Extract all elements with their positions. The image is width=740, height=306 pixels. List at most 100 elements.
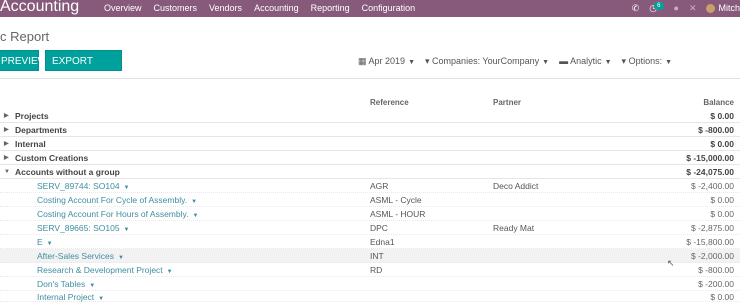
table-row: Costing Account For Hours of Assembly. ▼ … [0,207,740,221]
chevron-right-icon: ▶ [4,141,9,147]
header-partner: Partner [493,98,522,107]
close-icon[interactable]: ✕ [689,0,697,17]
group-balance: $ 0.00 [710,111,734,121]
menu-overview[interactable]: Overview [104,0,142,17]
menu-accounting[interactable]: Accounting [254,0,299,17]
menu-customers[interactable]: Customers [154,0,198,17]
account-reference: ASML - HOUR [370,209,426,219]
phone-icon[interactable]: ✆ [632,0,640,17]
options-filter[interactable]: ▾ Options: ▼ [622,55,673,69]
group-balance: $ -800.00 [698,125,734,135]
avatar [706,4,716,14]
group-label: Accounts without a group [15,167,120,177]
group-row-departments[interactable]: ▶ Departments $ -800.00 [0,123,740,137]
account-balance: $ -2,000.00 [690,251,734,261]
group-row-accounts-without-group[interactable]: ▼ Accounts without a group $ -24,075.00 [0,165,740,179]
account-reference: RD [370,265,383,275]
caret-down-icon: ▼ [542,59,550,66]
caret-down-icon: ▼ [191,199,198,205]
group-row-custom-creations[interactable]: ▶ Custom Creations $ -15,000.00 [0,151,740,165]
preview-button[interactable]: PREVIEW [0,50,47,71]
account-name: SERV_89665: SO105 [37,223,120,233]
companies-filter-label: Companies: YourCompany [432,56,540,66]
account-reference: INT [370,251,384,261]
folder-icon: ▬ [559,56,569,66]
account-name: SERV_89744: SO104 [37,181,120,191]
caret-down-icon: ▼ [118,255,124,261]
caret-down-icon: ▼ [665,59,673,66]
calendar-icon: ▦ [358,56,367,66]
chat-icon[interactable]: ● [674,0,679,17]
date-filter[interactable]: ▦ Apr 2019 ▼ [358,55,415,69]
caret-down-icon: ▼ [123,227,130,233]
caret-down-icon: ▼ [408,59,415,66]
systray: ✆ ◷6 ● ✕ Mitch [622,0,740,17]
caret-down-icon: ▼ [123,185,130,191]
table-row: Internal Project ▼ $ 0.00 [0,290,740,302]
user-name: Mitch [718,3,740,13]
caret-down-icon: ▼ [192,213,199,219]
caret-down-icon: ▼ [89,283,96,289]
account-name: Research & Development Project [37,265,163,275]
menu-reporting[interactable]: Reporting [311,0,350,17]
user-menu[interactable]: Mitch [706,0,740,17]
account-balance: $ -2,400.00 [690,181,734,191]
chevron-right-icon: ▶ [4,113,9,119]
table-row: Research & Development Project ▼ RD $ -80… [0,263,740,277]
account-name: Costing Account For Hours of Assembly. [37,209,189,219]
account-balance: $ -2,875.00 [690,223,734,233]
table-row: Don's Tables ▼ $ -200.00 [0,277,740,291]
account-name: E [37,237,43,247]
group-row-internal[interactable]: ▶ Internal $ 0.00 [0,137,740,151]
group-row-projects[interactable]: ▶ Projects $ 0.00 [0,109,740,123]
table-row: SERV_89665: SO105 ▼ DPC Ready Mat $ -2,87… [0,221,740,235]
chevron-right-icon: ▶ [4,155,9,161]
group-balance: $ -15,000.00 [686,153,734,163]
breadcrumb: c Report [0,29,50,44]
top-navbar: Accounting Overview Customers Vendors Ac… [0,0,740,17]
group-label: Internal [15,139,46,149]
account-link[interactable]: Internal Project ▼ [37,290,104,306]
app-title[interactable]: Accounting [0,0,79,17]
account-partner: Deco Addict [493,181,539,191]
activity-badge: 6 [654,2,664,10]
account-balance: $ 0.00 [710,195,734,205]
caret-down-icon: ▼ [166,269,173,275]
account-name: Costing Account For Cycle of Assembly. [37,195,188,205]
analytic-filter[interactable]: ▬ Analytic ▼ [559,55,611,69]
group-label: Custom Creations [15,153,89,163]
account-reference: Edna1 [370,237,395,247]
header-balance: Balance [703,98,734,107]
account-name: Don's Tables [37,279,86,289]
menu-configuration[interactable]: Configuration [362,0,416,17]
menu-vendors[interactable]: Vendors [209,0,242,17]
chevron-down-icon: ▼ [4,169,10,175]
divider [0,78,740,79]
table-row: Costing Account For Cycle of Assembly. ▼ … [0,193,740,207]
filter-icon: ▾ [621,56,627,66]
caret-down-icon: ▼ [46,241,53,247]
account-name: Internal Project [37,292,95,302]
group-label: Departments [15,125,67,135]
table-row: After-Sales Services ▼ INT $ -2,000.00 [0,249,740,263]
account-reference: DPC [370,223,388,233]
activity-icon[interactable]: ◷6 [649,0,664,17]
group-balance: $ 0.00 [710,139,734,149]
export-xlsx-button[interactable]: EXPORT (XLSX) [45,50,122,88]
account-balance: $ -15,800.00 [686,237,734,247]
account-name: After-Sales Services [37,251,114,261]
account-reference: ASML - Cycle [370,195,422,205]
header-reference: Reference [370,98,409,107]
chevron-right-icon: ▶ [4,127,9,133]
date-filter-label: Apr 2019 [368,56,406,66]
group-label: Projects [15,111,49,121]
companies-filter[interactable]: ▾ Companies: YourCompany ▼ [425,55,549,69]
main-menu: Overview Customers Vendors Accounting Re… [104,0,427,17]
account-balance: $ -800.00 [698,265,734,275]
account-balance: $ -200.00 [698,279,734,289]
account-balance: $ 0.00 [710,209,734,219]
caret-down-icon: ▼ [604,59,612,66]
report-filters: ▦ Apr 2019 ▼ ▾ Companies: YourCompany ▼ ▬ … [358,55,682,69]
options-filter-label: Options: [628,56,663,66]
mouse-cursor-icon: ↖ [667,258,675,268]
